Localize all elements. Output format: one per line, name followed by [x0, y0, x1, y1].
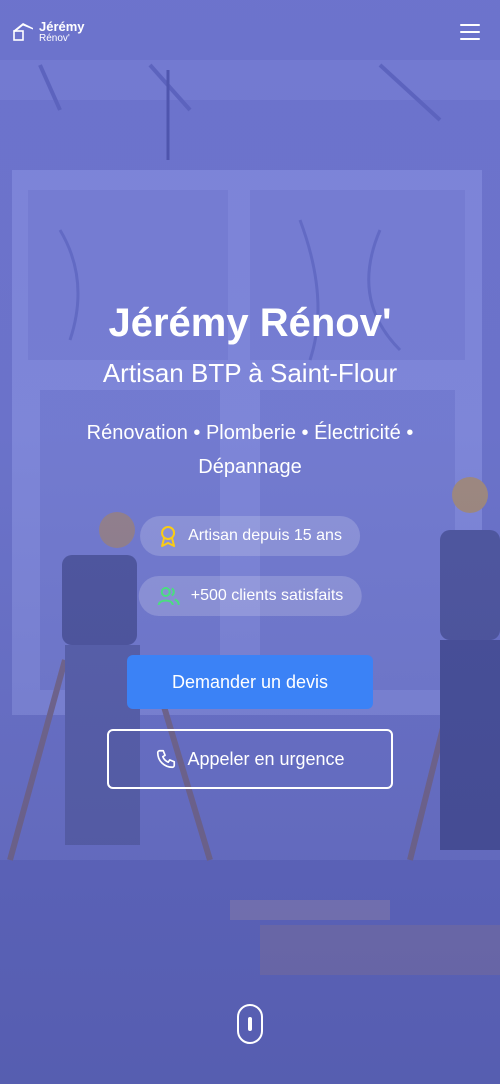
logo[interactable]: Jérémy Rénov': [11, 20, 85, 44]
experience-badge-label: Artisan depuis 15 ans: [188, 527, 342, 544]
clients-badge: +500 clients satisfaits: [138, 576, 362, 616]
hero-services: Rénovation • Plomberie • Électricité • D…: [86, 422, 414, 478]
scroll-down-indicator[interactable]: [237, 1004, 263, 1044]
experience-badge: Artisan depuis 15 ans: [140, 516, 360, 556]
scroll-wheel-icon: [248, 1017, 252, 1031]
users-icon: [157, 587, 180, 606]
request-quote-button[interactable]: Demander un devis: [127, 655, 373, 709]
emergency-call-button[interactable]: Appeler en urgence: [107, 729, 393, 789]
hero-content: Jérémy Rénov' Artisan BTP à Saint-Flour …: [0, 296, 500, 484]
hero-title: Jérémy Rénov': [108, 301, 392, 345]
logo-name: Jérémy: [39, 19, 85, 34]
logo-subtitle: Rénov': [39, 33, 70, 44]
phone-icon: [157, 749, 176, 769]
award-icon: [161, 526, 176, 547]
emergency-call-label: Appeler en urgence: [187, 748, 345, 769]
house-roof-icon: [13, 23, 33, 41]
top-nav: Jérémy Rénov': [0, 0, 500, 64]
hamburger-menu-icon[interactable]: [460, 24, 480, 40]
hero-section: Jérémy Rénov' Jérémy Rénov' Artisan BTP …: [0, 0, 500, 1084]
hero-subtitle: Artisan BTP à Saint-Flour: [102, 358, 398, 388]
clients-badge-label: +500 clients satisfaits: [190, 587, 344, 604]
